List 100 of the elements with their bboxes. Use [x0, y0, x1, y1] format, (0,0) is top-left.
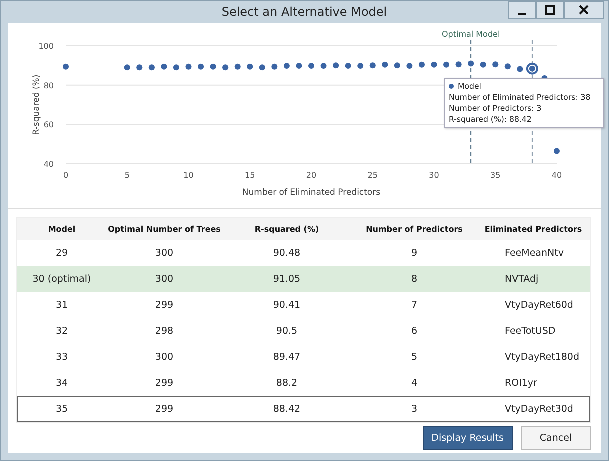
table-cell-text: 300	[154, 352, 175, 362]
table-cell-text: 9	[410, 248, 419, 258]
column-header[interactable]: R-squared (%)	[222, 224, 352, 234]
y-tick-label: 100	[38, 42, 54, 51]
data-point[interactable]	[198, 64, 204, 70]
column-header[interactable]: Eliminated Predictors	[477, 224, 590, 234]
table-row[interactable]: 30 (optimal) 300 91.05 8 NVTAdj	[17, 266, 590, 292]
table-cell-text: 34	[54, 378, 70, 388]
table-cell-text: 90.48	[272, 248, 302, 258]
data-point[interactable]	[358, 63, 364, 70]
table-cell-text: 29	[54, 248, 70, 258]
table-cell-text: 89.47	[272, 352, 302, 362]
table-cell-text: 91.05	[272, 274, 302, 284]
table-cell-text: 7	[410, 300, 419, 310]
minimize-button[interactable]	[508, 1, 536, 19]
x-tick-label: 35	[490, 171, 501, 180]
reference-label: Optimal Model	[442, 30, 500, 39]
table-cell-text: 30 (optimal)	[32, 274, 92, 284]
table-cell-text: FeeMeanNtv	[504, 248, 565, 258]
data-point[interactable]	[444, 62, 450, 68]
x-tick-label: 10	[184, 171, 194, 180]
x-tick-label: 15	[245, 171, 256, 180]
data-point[interactable]	[296, 63, 302, 70]
table-cell-text: NVTAdj	[504, 274, 540, 284]
y-tick-label: 80	[44, 81, 54, 90]
data-point[interactable]	[284, 63, 290, 70]
data-point[interactable]	[320, 63, 327, 70]
table-cell-text: 33	[54, 352, 70, 362]
data-point[interactable]	[370, 62, 376, 69]
data-point[interactable]	[259, 64, 266, 71]
table-cell-text: 300	[154, 248, 175, 258]
column-header[interactable]: Number of Predictors	[352, 224, 477, 234]
table-row[interactable]: 35 299 88.42 3 VtyDayRet30d	[17, 396, 590, 422]
data-point[interactable]	[210, 64, 216, 70]
data-point[interactable]	[173, 64, 180, 71]
data-point[interactable]	[247, 64, 254, 70]
data-point[interactable]	[480, 62, 486, 68]
table-cell-text: 32	[54, 326, 70, 336]
table-cell-text: 88.42	[272, 404, 302, 414]
data-point[interactable]	[504, 64, 511, 70]
x-tick-label: 25	[368, 171, 378, 180]
selection-halo	[526, 62, 538, 75]
table-cell-text: ROI1yr	[504, 378, 538, 388]
data-point[interactable]	[63, 64, 69, 70]
table-cell-text: VtyDayRet180d	[504, 352, 581, 362]
table-cell-text: FeeTotUSD	[504, 326, 557, 336]
data-point[interactable]	[468, 60, 474, 67]
data-point[interactable]	[456, 62, 462, 68]
close-button[interactable]	[564, 1, 604, 19]
minimize-icon	[518, 13, 526, 15]
data-point[interactable]	[222, 64, 229, 71]
data-point[interactable]	[394, 62, 400, 69]
table-cell-text: 299	[154, 378, 175, 388]
table-cell-text: 299	[154, 404, 175, 414]
x-axis-title: Number of Eliminated Predictors	[242, 188, 381, 198]
data-point[interactable]	[272, 64, 278, 70]
column-header[interactable]: Model	[17, 224, 107, 234]
table-cell-text: 298	[154, 326, 175, 336]
data-point[interactable]	[148, 64, 155, 71]
data-point[interactable]	[431, 62, 438, 68]
table-cell-text: 88.2	[275, 378, 299, 388]
table-cell-text: 6	[410, 326, 419, 336]
data-point[interactable]	[124, 64, 130, 71]
x-tick-label: 20	[306, 171, 317, 180]
window-title: Select an Alternative Model	[222, 5, 388, 19]
data-point[interactable]	[382, 62, 388, 68]
data-point[interactable]	[554, 148, 560, 154]
x-tick-label: 5	[124, 171, 130, 180]
data-point[interactable]	[161, 64, 168, 70]
primary-button[interactable]: Display Results	[422, 426, 513, 450]
y-axis-title: R-squared (%)	[32, 74, 42, 136]
column-header[interactable]: Optimal Number of Trees	[107, 224, 222, 234]
table-cell-text: 299	[154, 300, 175, 310]
table-cell-text: 8	[410, 274, 419, 284]
data-point[interactable]	[234, 64, 241, 70]
data-point[interactable]	[308, 63, 314, 70]
data-point[interactable]	[529, 66, 536, 72]
data-point[interactable]	[186, 64, 192, 70]
x-tick-label: 30	[429, 171, 440, 180]
table-cell-text: VtyDayRet30d	[504, 404, 574, 414]
y-tick-label: 40	[44, 160, 54, 169]
table-cell-text: 300	[154, 274, 175, 284]
table-cell-text: 35	[54, 404, 70, 414]
table-cell-text: VtyDayRet60d	[504, 300, 574, 310]
table-cell-text: 4	[410, 378, 419, 388]
maximize-button[interactable]	[536, 1, 564, 19]
data-point[interactable]	[345, 63, 352, 70]
data-point[interactable]	[136, 64, 143, 71]
table-cell-text: 90.5	[275, 326, 299, 336]
table-cell-text: 31	[54, 300, 70, 310]
data-point[interactable]	[517, 66, 524, 72]
table-cell-text: 3	[410, 404, 419, 414]
close-icon	[579, 5, 589, 15]
data-point[interactable]	[406, 63, 413, 70]
data-point[interactable]	[333, 62, 340, 69]
legend-marker-icon	[449, 84, 454, 89]
cancel-button[interactable]: Cancel	[521, 426, 591, 450]
data-point[interactable]	[492, 62, 499, 68]
x-tick-label: 40	[552, 171, 562, 180]
data-point[interactable]	[418, 62, 425, 68]
